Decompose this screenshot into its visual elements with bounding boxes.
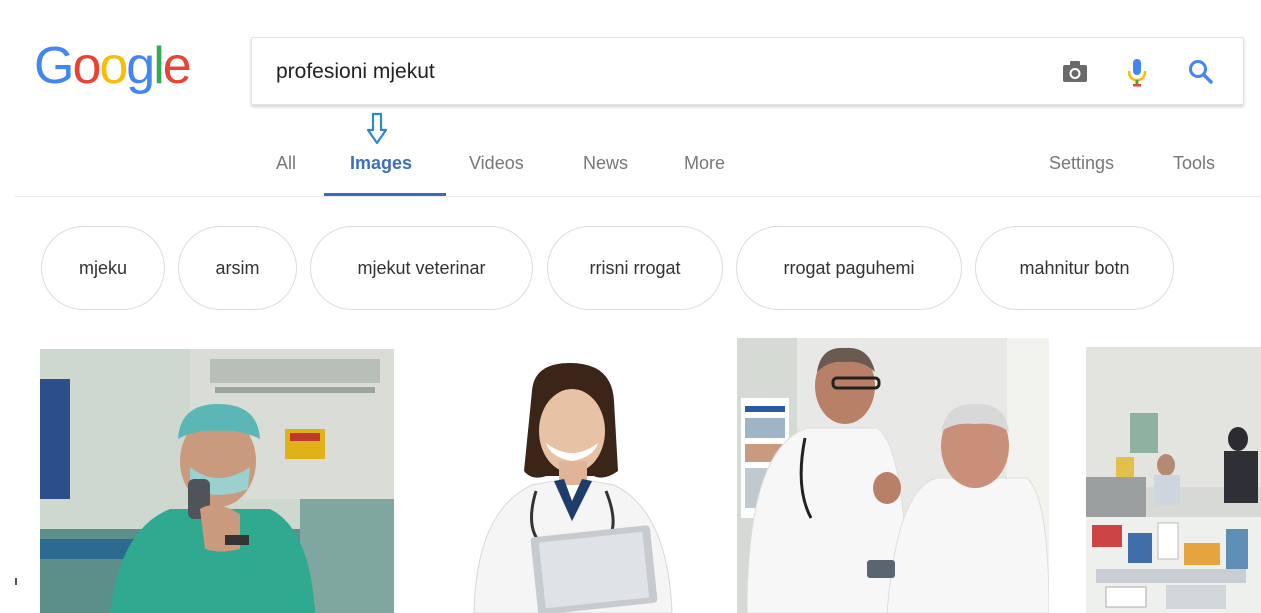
camera-icon[interactable] [1058, 55, 1092, 89]
logo-letter: o [72, 37, 101, 95]
logo-letter: e [162, 37, 192, 95]
tab-videos[interactable]: Videos [469, 150, 524, 176]
tab-more[interactable]: More [684, 150, 725, 176]
chip-related-search[interactable]: mahnitur botn [975, 226, 1174, 310]
edge-mark [15, 578, 17, 585]
image-result-clinic-room[interactable] [1086, 347, 1261, 613]
header-divider [14, 196, 1261, 197]
tab-news[interactable]: News [583, 150, 628, 176]
microphone-icon[interactable] [1120, 55, 1154, 89]
image-result-surgeon[interactable] [40, 349, 394, 613]
logo-letter: g [126, 37, 155, 95]
logo-letter: l [153, 37, 164, 95]
tab-images[interactable]: Images [350, 150, 412, 176]
chip-related-search[interactable]: rrisni rrogat [547, 226, 723, 310]
arrow-down-icon [366, 112, 388, 146]
image-result-two-doctors[interactable] [737, 338, 1049, 613]
google-logo[interactable]: Google [34, 36, 192, 96]
tab-settings[interactable]: Settings [1049, 150, 1114, 176]
chip-related-search[interactable]: mjeku [41, 226, 165, 310]
chip-related-search[interactable]: arsim [178, 226, 297, 310]
tab-all[interactable]: All [276, 150, 296, 176]
tab-tools[interactable]: Tools [1173, 150, 1215, 176]
chip-related-search[interactable]: rrogat paguhemi [736, 226, 962, 310]
search-box [251, 37, 1244, 105]
logo-letter: o [99, 37, 128, 95]
magnifier-icon[interactable] [1184, 55, 1218, 89]
chip-related-search[interactable]: mjekut veterinar [310, 226, 533, 310]
logo-letter: G [34, 37, 74, 95]
image-result-female-doctor[interactable] [454, 361, 690, 613]
search-input[interactable] [276, 55, 1036, 89]
